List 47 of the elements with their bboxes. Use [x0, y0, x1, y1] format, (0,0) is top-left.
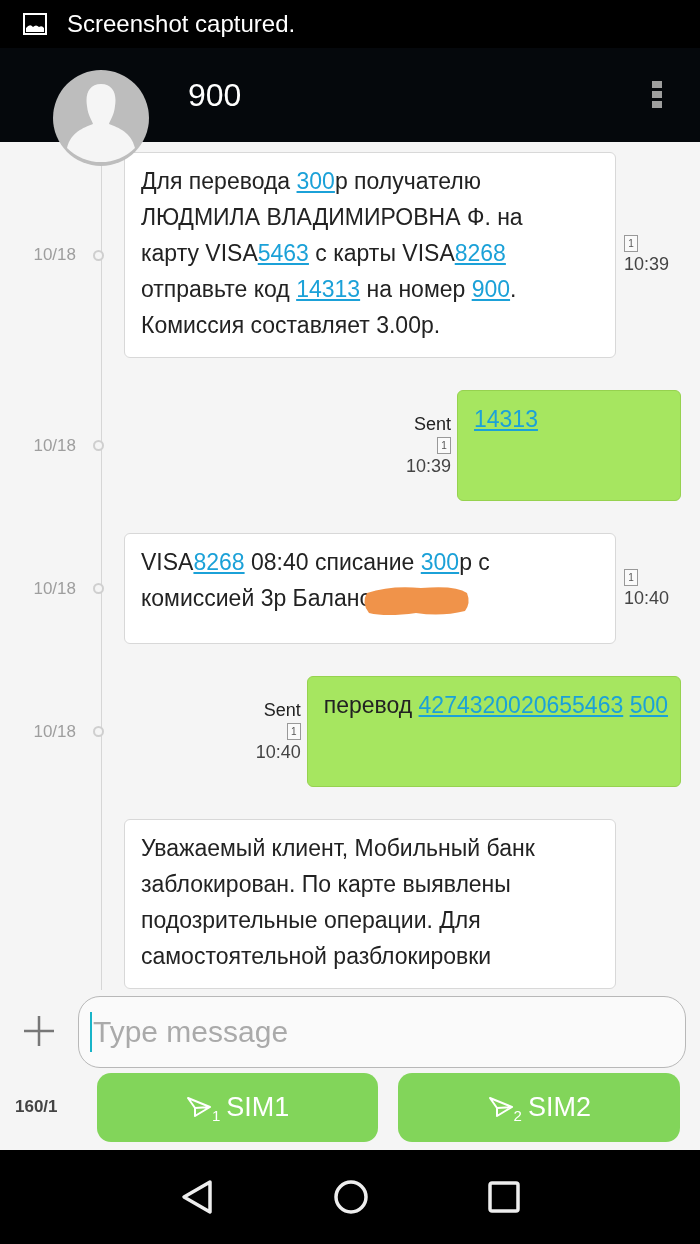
message-status: Sent	[413, 414, 451, 435]
send-button[interactable]: $_{1}$ SIM1	[96, 1072, 379, 1142]
number-link[interactable]: 4274320020655463	[418, 692, 624, 718]
send-button[interactable]: $_{2}$ SIM2	[398, 1072, 680, 1142]
home-icon[interactable]	[333, 1179, 369, 1215]
message-date: 10/18	[32, 721, 76, 742]
notification-text: Screenshot captured.	[67, 10, 296, 38]
message-input[interactable]: Type message	[78, 996, 686, 1068]
message-text: VISA8268 08:40 списание 300р с комиссией 3р Баланс	[141, 544, 599, 617]
character-counter: 160/1	[14, 1097, 59, 1117]
message-status: Sent	[263, 700, 301, 721]
text-cursor	[90, 1012, 92, 1052]
number-link[interactable]: 300	[420, 549, 460, 575]
timeline-dot	[93, 440, 104, 451]
number-link[interactable]: 900	[471, 276, 511, 302]
add-icon[interactable]	[23, 1015, 55, 1047]
message-date: 10/18	[32, 435, 76, 456]
number-link[interactable]: 14313	[474, 406, 538, 432]
message-time: 10:39	[405, 456, 451, 477]
number-link[interactable]: 14313	[296, 276, 361, 302]
more-options-icon[interactable]	[652, 81, 662, 109]
message-text: Для перевода 300р получателю ЛЮДМИЛА ВЛАДИМИРОВНА Ф. на карту VISA5463 с карты VISA8268 отправьте код 14313 на номер 900. Комиссия составляет 3.00р.	[141, 167, 524, 340]
image-icon	[23, 13, 47, 35]
number-link[interactable]: 500	[629, 692, 668, 718]
message-date: 10/18	[32, 245, 76, 265]
contact-title: 900	[188, 76, 243, 114]
number-link[interactable]: 8268	[454, 240, 506, 266]
message-time: 10:40	[255, 742, 301, 763]
send-icon	[487, 1095, 514, 1119]
message-date: 10/18	[32, 578, 76, 599]
back-icon[interactable]	[179, 1179, 214, 1215]
sim-badge: 1	[437, 437, 451, 454]
number-link[interactable]: 300	[296, 168, 335, 194]
message-time: 10:40	[624, 587, 670, 609]
timeline-dot	[93, 583, 104, 594]
timeline-dot	[93, 249, 104, 261]
number-link[interactable]: 5463	[257, 240, 309, 266]
sim-badge: 1	[286, 723, 301, 740]
sim-badge: 1	[624, 568, 638, 586]
sim-badge: 1	[624, 235, 638, 252]
message-time: 10:39	[624, 254, 670, 275]
recent-apps-icon[interactable]	[488, 1181, 521, 1213]
timeline-dot	[93, 726, 104, 737]
number-link[interactable]: 8268	[193, 549, 245, 575]
send-icon	[185, 1095, 212, 1119]
message-text: перевод 4274320020655463 500	[323, 691, 668, 720]
message-text: Уважаемый клиент, Мобильный банк заблокирован. По карте выявлены подозрительные операции. Для самостоятельной разблокировки	[141, 834, 536, 971]
